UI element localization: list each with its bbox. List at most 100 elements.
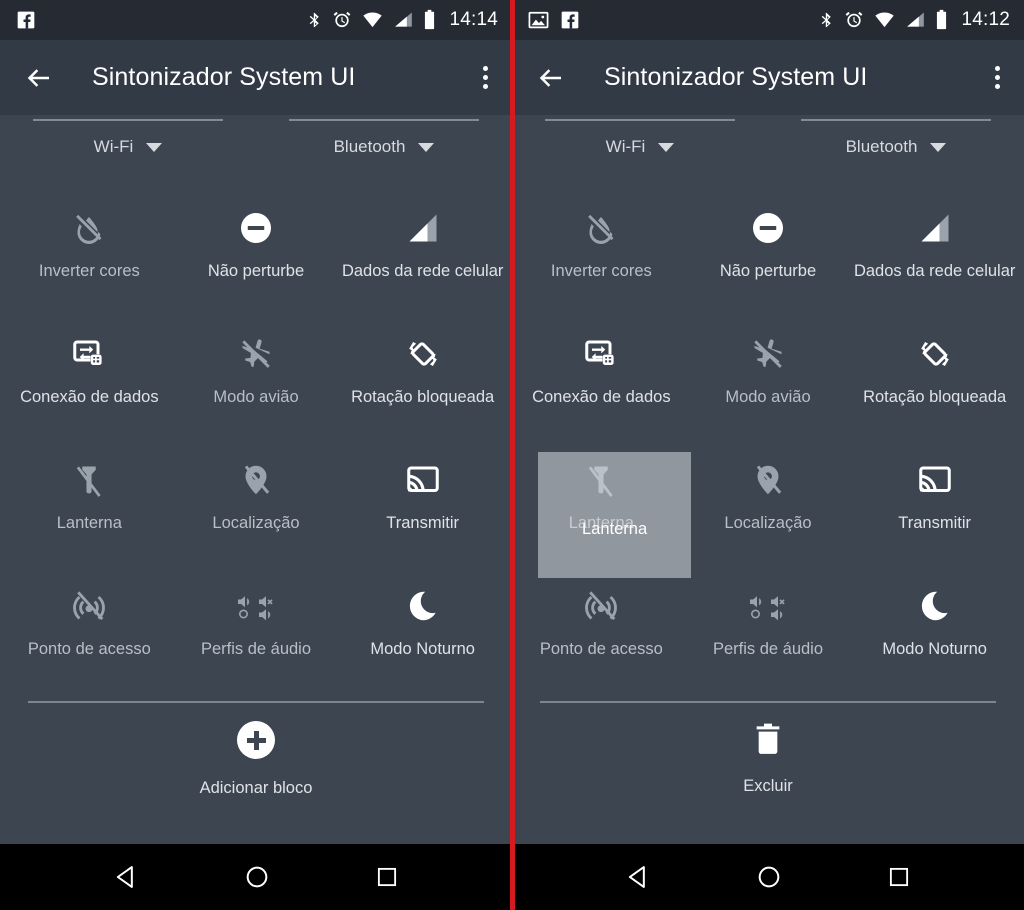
tile-label: Inverter cores <box>38 262 140 280</box>
tile-label: Modo Noturno <box>370 640 475 658</box>
airplane-off-icon <box>750 329 786 379</box>
nav-home-circle-icon[interactable] <box>221 853 293 901</box>
toggle-wifi[interactable]: Wi-Fi <box>0 119 256 175</box>
status-bar: 14:14 <box>0 0 512 40</box>
tile-label: Perfis de áudio <box>712 640 824 658</box>
tile-ponto-de-acesso[interactable]: Ponto de acesso <box>6 567 173 693</box>
cellular-data-icon <box>917 203 953 253</box>
chevron-down-icon <box>418 142 435 152</box>
audio-profiles-icon <box>746 581 790 631</box>
invert-colors-off-icon <box>583 203 619 253</box>
tuner-body: Wi-Fi Bluetooth Inverter cores Não pertu… <box>512 115 1024 844</box>
tile-label: Ponto de acesso <box>27 640 151 658</box>
cell-signal-icon <box>393 10 414 30</box>
tile-transmitir[interactable]: Transmitir <box>339 441 506 567</box>
tile-label: Rotação bloqueada <box>351 388 495 406</box>
rotation-lock-icon <box>405 329 441 379</box>
panel-divider-red <box>510 0 515 910</box>
nav-back-triangle-icon[interactable] <box>90 853 162 901</box>
status-bar-left-icons <box>16 10 36 30</box>
toggle-bluetooth[interactable]: Bluetooth <box>256 119 512 175</box>
tile-rotacao-bloqueada[interactable]: Rotação bloqueada <box>851 315 1018 441</box>
screenshot-root: 14:14 Sintonizador System UI Wi-Fi Bluet… <box>0 0 1024 910</box>
overflow-menu-icon[interactable] <box>989 60 1006 95</box>
status-bar-right-icons: 14:12 <box>818 9 1010 31</box>
tile-rotacao-bloqueada[interactable]: Rotação bloqueada <box>339 315 506 441</box>
chevron-down-icon <box>146 142 163 152</box>
chevron-down-icon <box>658 142 675 152</box>
tile-modo-noturno[interactable]: Modo Noturno <box>339 567 506 693</box>
page-title: Sintonizador System UI <box>92 63 356 91</box>
tile-perfis-de-audio[interactable]: Perfis de áudio <box>173 567 340 693</box>
audio-profiles-icon <box>234 581 278 631</box>
tile-label: Lanterna <box>56 514 122 532</box>
tile-inverter-cores[interactable]: Inverter cores <box>6 189 173 315</box>
tile-nao-perturbe[interactable]: Não perturbe <box>685 189 852 315</box>
tile-dados-rede-celular[interactable]: Dados da rede celular <box>339 189 506 315</box>
footer-divider <box>540 701 996 703</box>
location-off-icon <box>750 455 786 505</box>
tile-label: Localização <box>724 514 812 532</box>
do-not-disturb-icon <box>750 203 786 253</box>
delete-tile-button[interactable]: Excluir <box>512 703 1024 796</box>
tile-transmitir[interactable]: Transmitir <box>851 441 1018 567</box>
nav-back-triangle-icon[interactable] <box>602 853 674 901</box>
app-bar: Sintonizador System UI <box>0 40 512 115</box>
status-bar-clock: 14:12 <box>961 9 1010 30</box>
nav-recents-square-icon[interactable] <box>864 854 934 900</box>
tile-nao-perturbe[interactable]: Não perturbe <box>173 189 340 315</box>
night-mode-icon <box>405 581 441 631</box>
tile-modo-aviao[interactable]: Modo avião <box>685 315 852 441</box>
toggle-wifi[interactable]: Wi-Fi <box>512 119 768 175</box>
tile-label: Rotação bloqueada <box>863 388 1007 406</box>
flashlight-off-icon <box>71 455 107 505</box>
overflow-menu-icon[interactable] <box>477 60 494 95</box>
navigation-bar <box>512 844 1024 910</box>
back-arrow-icon[interactable] <box>24 63 54 93</box>
quick-toggle-row: Wi-Fi Bluetooth <box>0 119 512 175</box>
tile-lanterna[interactable]: Lanterna <box>518 441 685 567</box>
phone-panel-right: 14:12 Sintonizador System UI Wi-Fi Bluet… <box>512 0 1024 910</box>
tile-ponto-de-acesso[interactable]: Ponto de acesso <box>518 567 685 693</box>
toggle-wifi-label: Wi-Fi <box>93 137 134 156</box>
cell-signal-icon <box>905 10 926 30</box>
tile-label: Localização <box>212 514 300 532</box>
footer-divider <box>28 701 484 703</box>
tile-modo-noturno[interactable]: Modo Noturno <box>851 567 1018 693</box>
tile-label: Transmitir <box>898 514 972 532</box>
data-connection-icon <box>71 329 107 379</box>
tile-label: Não perturbe <box>207 262 305 280</box>
invert-colors-off-icon <box>71 203 107 253</box>
tile-perfis-de-audio[interactable]: Perfis de áudio <box>685 567 852 693</box>
tile-label: Conexão de dados <box>20 388 159 406</box>
status-bar-clock: 14:14 <box>449 9 498 30</box>
dragged-tile-label: Lanterna <box>582 520 648 538</box>
facebook-icon <box>16 10 36 30</box>
tile-localizacao[interactable]: Localização <box>173 441 340 567</box>
tile-lanterna[interactable]: Lanterna <box>6 441 173 567</box>
hotspot-off-icon <box>583 581 619 631</box>
add-tile-button[interactable]: Adicionar bloco <box>0 703 512 798</box>
night-mode-icon <box>917 581 953 631</box>
nav-home-circle-icon[interactable] <box>733 853 805 901</box>
tile-label: Dados da rede celular <box>341 262 504 280</box>
do-not-disturb-icon <box>238 203 274 253</box>
tile-dados-rede-celular[interactable]: Dados da rede celular <box>851 189 1018 315</box>
screenshot-image-icon <box>528 11 549 30</box>
location-off-icon <box>238 455 274 505</box>
toggle-bluetooth[interactable]: Bluetooth <box>768 119 1024 175</box>
alarm-icon <box>332 10 352 30</box>
page-title: Sintonizador System UI <box>604 63 868 91</box>
tile-localizacao[interactable]: Localização <box>685 441 852 567</box>
battery-icon <box>423 9 436 31</box>
nav-recents-square-icon[interactable] <box>352 854 422 900</box>
back-arrow-icon[interactable] <box>536 63 566 93</box>
chevron-down-icon <box>930 142 947 152</box>
quick-toggle-row: Wi-Fi Bluetooth <box>512 119 1024 175</box>
tile-conexao-de-dados[interactable]: Conexão de dados <box>518 315 685 441</box>
tile-modo-aviao[interactable]: Modo avião <box>173 315 340 441</box>
tile-inverter-cores[interactable]: Inverter cores <box>518 189 685 315</box>
app-bar: Sintonizador System UI <box>512 40 1024 115</box>
cast-icon <box>917 455 953 505</box>
tile-conexao-de-dados[interactable]: Conexão de dados <box>6 315 173 441</box>
